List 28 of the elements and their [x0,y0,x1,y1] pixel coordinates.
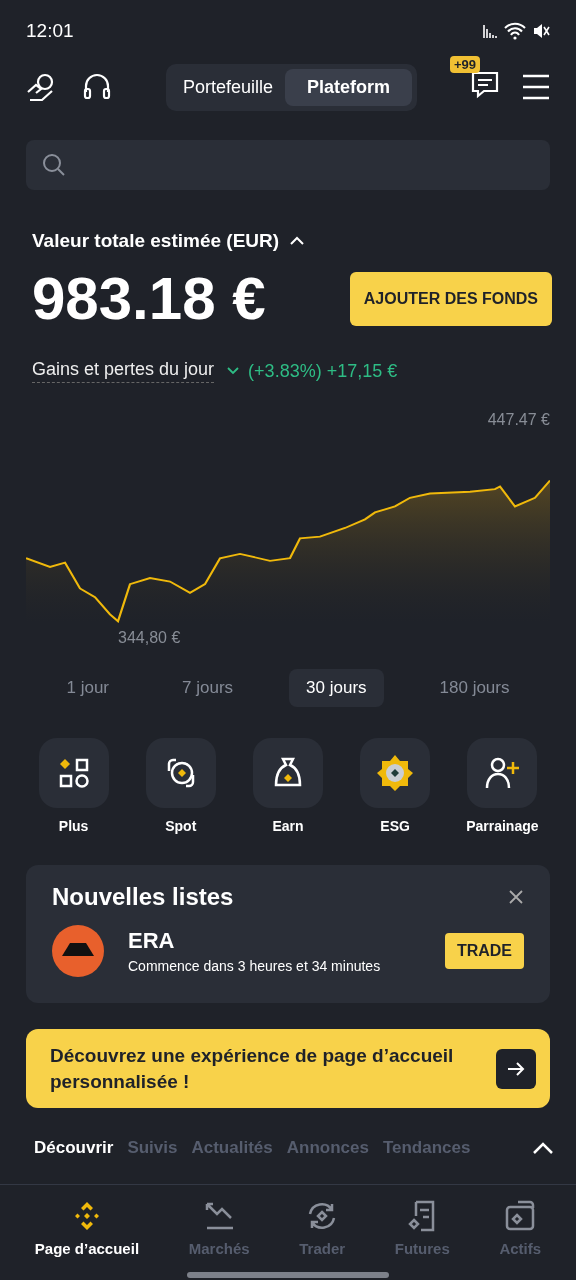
shortcut-button[interactable]: Earn [235,737,341,835]
chart-low-label: 344,80 € [118,629,181,647]
period-tab[interactable]: 7 jours [165,669,251,707]
status-time: 12:01 [26,20,74,42]
promo-banner[interactable]: Découvrez une expérience de page d’accueil personnalisée ! [26,1029,550,1109]
shortcut-button[interactable]: Parrainage [449,737,555,835]
trade-button[interactable]: TRADE [444,933,524,969]
card-title: Nouvelles listes [52,883,234,911]
notification-badge: +99 [450,56,481,73]
shortcut-button[interactable]: Spot [128,737,234,835]
balance-value: 983.18 € [32,264,266,333]
period-tab[interactable]: 30 jours [289,669,384,707]
banner-text: Découvrez une expérience de page d’accueil personnalisée ! [50,1044,455,1094]
period-tab[interactable]: 1 jour [49,669,127,707]
feed-tab[interactable]: Découvrir [34,1138,114,1159]
chart-high-label: 447.47 € [487,411,550,429]
segment-tab[interactable]: Portefeuille [171,68,286,106]
pnl-value: (+3.83%) +17,15 € [248,360,398,382]
period-tab[interactable]: 180 jours [422,669,527,707]
listing-countdown: Commence dans 3 heures et 34 minutes [128,958,381,974]
segment-tab[interactable]: Plateform [285,68,413,106]
add-funds-button[interactable]: AJOUTER DES FONDS [349,271,552,326]
shortcut-button[interactable]: ESG [342,737,448,835]
token-name: ERA [128,928,176,954]
shortcut-button[interactable]: Plus [21,737,127,835]
balance-title: Valeur totale estimée (EUR) [32,230,280,252]
nav-tab[interactable]: Page d’accueil [28,1199,146,1259]
pnl-label: Gains et pertes du jour [32,359,215,383]
